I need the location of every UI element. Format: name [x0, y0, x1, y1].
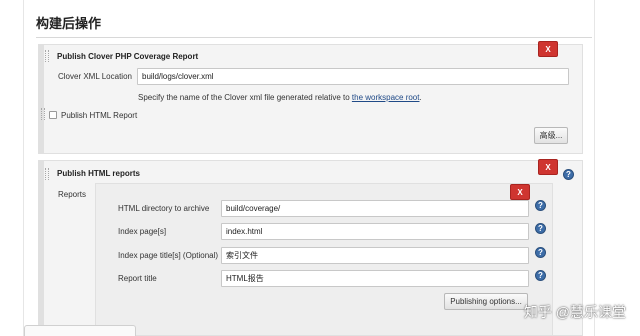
index-pages-label: Index page[s] [118, 227, 167, 236]
help-icon[interactable]: ? [535, 270, 546, 281]
help-icon[interactable]: ? [535, 247, 546, 258]
drag-handle-icon[interactable] [41, 108, 45, 120]
index-pages-input[interactable]: index.html [221, 223, 529, 240]
index-page-title-input[interactable]: 索引文件 [221, 247, 529, 264]
drag-handle-icon[interactable] [45, 168, 49, 180]
publishing-options-button[interactable]: Publishing options... [444, 293, 528, 310]
clover-xml-location-input[interactable]: build/logs/clover.xml [137, 68, 569, 85]
bottom-left-panel [24, 325, 136, 336]
section-divider [36, 37, 592, 38]
page-frame-left [23, 0, 24, 336]
help-icon[interactable]: ? [563, 169, 574, 180]
clover-report-title: Publish Clover PHP Coverage Report [57, 52, 199, 61]
clover-xml-location-hint: Specify the name of the Clover xml file … [138, 93, 422, 102]
html-directory-label: HTML directory to archive [118, 204, 210, 213]
publish-html-report-label: Publish HTML Report [61, 111, 138, 120]
delete-html-reports-button[interactable]: X [538, 159, 558, 175]
delete-clover-report-button[interactable]: X [538, 41, 558, 57]
help-icon[interactable]: ? [535, 223, 546, 234]
watermark: 知乎 @慧乐课堂 [523, 304, 626, 320]
clover-xml-location-label: Clover XML Location [58, 72, 132, 81]
delete-report-button[interactable]: X [510, 184, 530, 200]
section-title: 构建后操作 [36, 17, 102, 32]
html-reports-title: Publish HTML reports [57, 169, 140, 178]
html-directory-input[interactable]: build/coverage/ [221, 200, 529, 217]
workspace-root-link[interactable]: the workspace root [352, 93, 420, 102]
page-frame-right [594, 0, 595, 336]
drag-handle-icon[interactable] [45, 50, 49, 62]
reports-label: Reports [58, 190, 87, 199]
help-icon[interactable]: ? [535, 200, 546, 211]
index-page-title-label: Index page title[s] (Optional) [118, 251, 219, 260]
report-title-input[interactable]: HTML报告 [221, 270, 529, 287]
advanced-button[interactable]: 高级... [534, 127, 568, 144]
publish-html-report-checkbox[interactable] [49, 111, 57, 119]
report-title-label: Report title [118, 274, 157, 283]
